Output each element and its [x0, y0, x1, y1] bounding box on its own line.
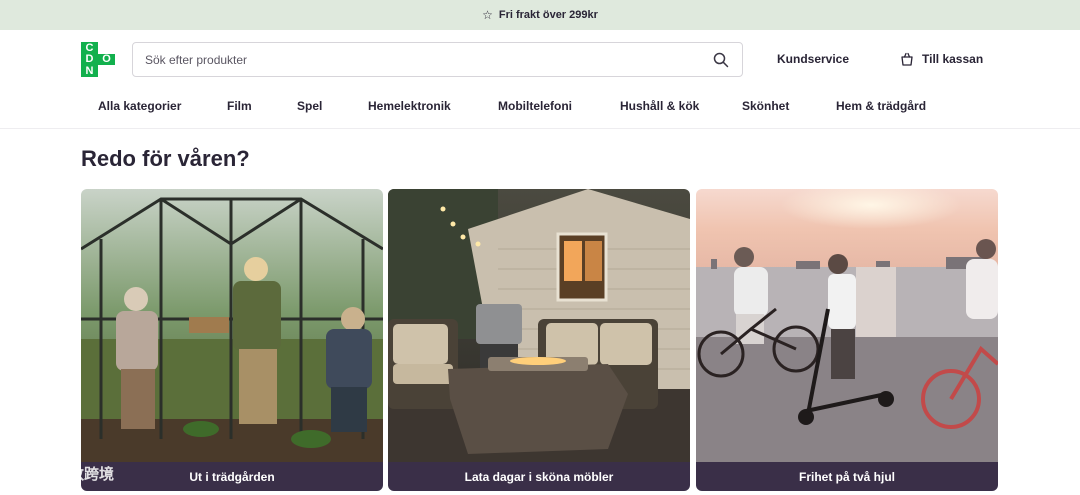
promo-card-bikes[interactable]: Frihet på två hjul — [696, 189, 998, 491]
nav-item-all-categories[interactable]: Alla kategorier — [98, 99, 181, 113]
search-box[interactable] — [132, 42, 743, 77]
shopping-bag-icon — [901, 52, 913, 66]
watermark-logo-icon — [9, 464, 47, 480]
patio-furniture-image — [388, 189, 690, 462]
section-title: Redo för våren? — [81, 146, 250, 171]
logo-letter: D — [81, 53, 98, 65]
nav-item-mobiltelefoni[interactable]: Mobiltelefoni — [498, 99, 572, 113]
logo-letter: O — [98, 53, 115, 65]
promo-card-furniture[interactable]: Lata dagar i sköna möbler — [388, 189, 690, 491]
card-caption: Frihet på två hjul — [696, 462, 998, 491]
card-caption: Lata dagar i sköna möbler — [388, 462, 690, 491]
customer-service-label: Kundservice — [777, 52, 850, 66]
nav-item-spel[interactable]: Spel — [297, 99, 322, 113]
nav-item-film[interactable]: Film — [227, 99, 252, 113]
nav-item-hemelektronik[interactable]: Hemelektronik — [368, 99, 451, 113]
promo-text: Fri frakt över 299kr — [498, 9, 598, 21]
search-icon[interactable] — [712, 51, 730, 69]
customer-service-link[interactable]: Kundservice — [777, 52, 849, 66]
promo-card-garden[interactable]: Ut i trädgården — [81, 189, 383, 491]
nav-item-hushall-kok[interactable]: Hushåll & kök — [620, 99, 699, 113]
logo-blank — [98, 42, 115, 54]
logo-letter: N — [81, 65, 98, 77]
checkout-label: Till kassan — [922, 52, 984, 66]
search-input[interactable] — [145, 52, 712, 67]
bikes-image — [696, 189, 998, 462]
header-divider — [0, 128, 1080, 129]
nav-item-hem-tradgard[interactable]: Hem & trädgård — [836, 99, 926, 113]
card-caption: Ut i trädgården — [81, 462, 383, 491]
cdon-logo[interactable]: C D O N — [81, 42, 115, 77]
star-icon: ☆ — [482, 8, 493, 22]
promo-bar: ☆ Fri frakt över 299kr — [0, 0, 1080, 30]
logo-letter: C — [81, 42, 98, 54]
nav-item-skonhet[interactable]: Skönhet — [742, 99, 789, 113]
watermark: 大数跨境 — [8, 462, 114, 484]
garden-image — [81, 189, 383, 462]
checkout-link[interactable]: Till kassan — [900, 52, 983, 66]
logo-blank — [98, 65, 115, 77]
watermark-text: 大数跨境 — [54, 465, 115, 483]
